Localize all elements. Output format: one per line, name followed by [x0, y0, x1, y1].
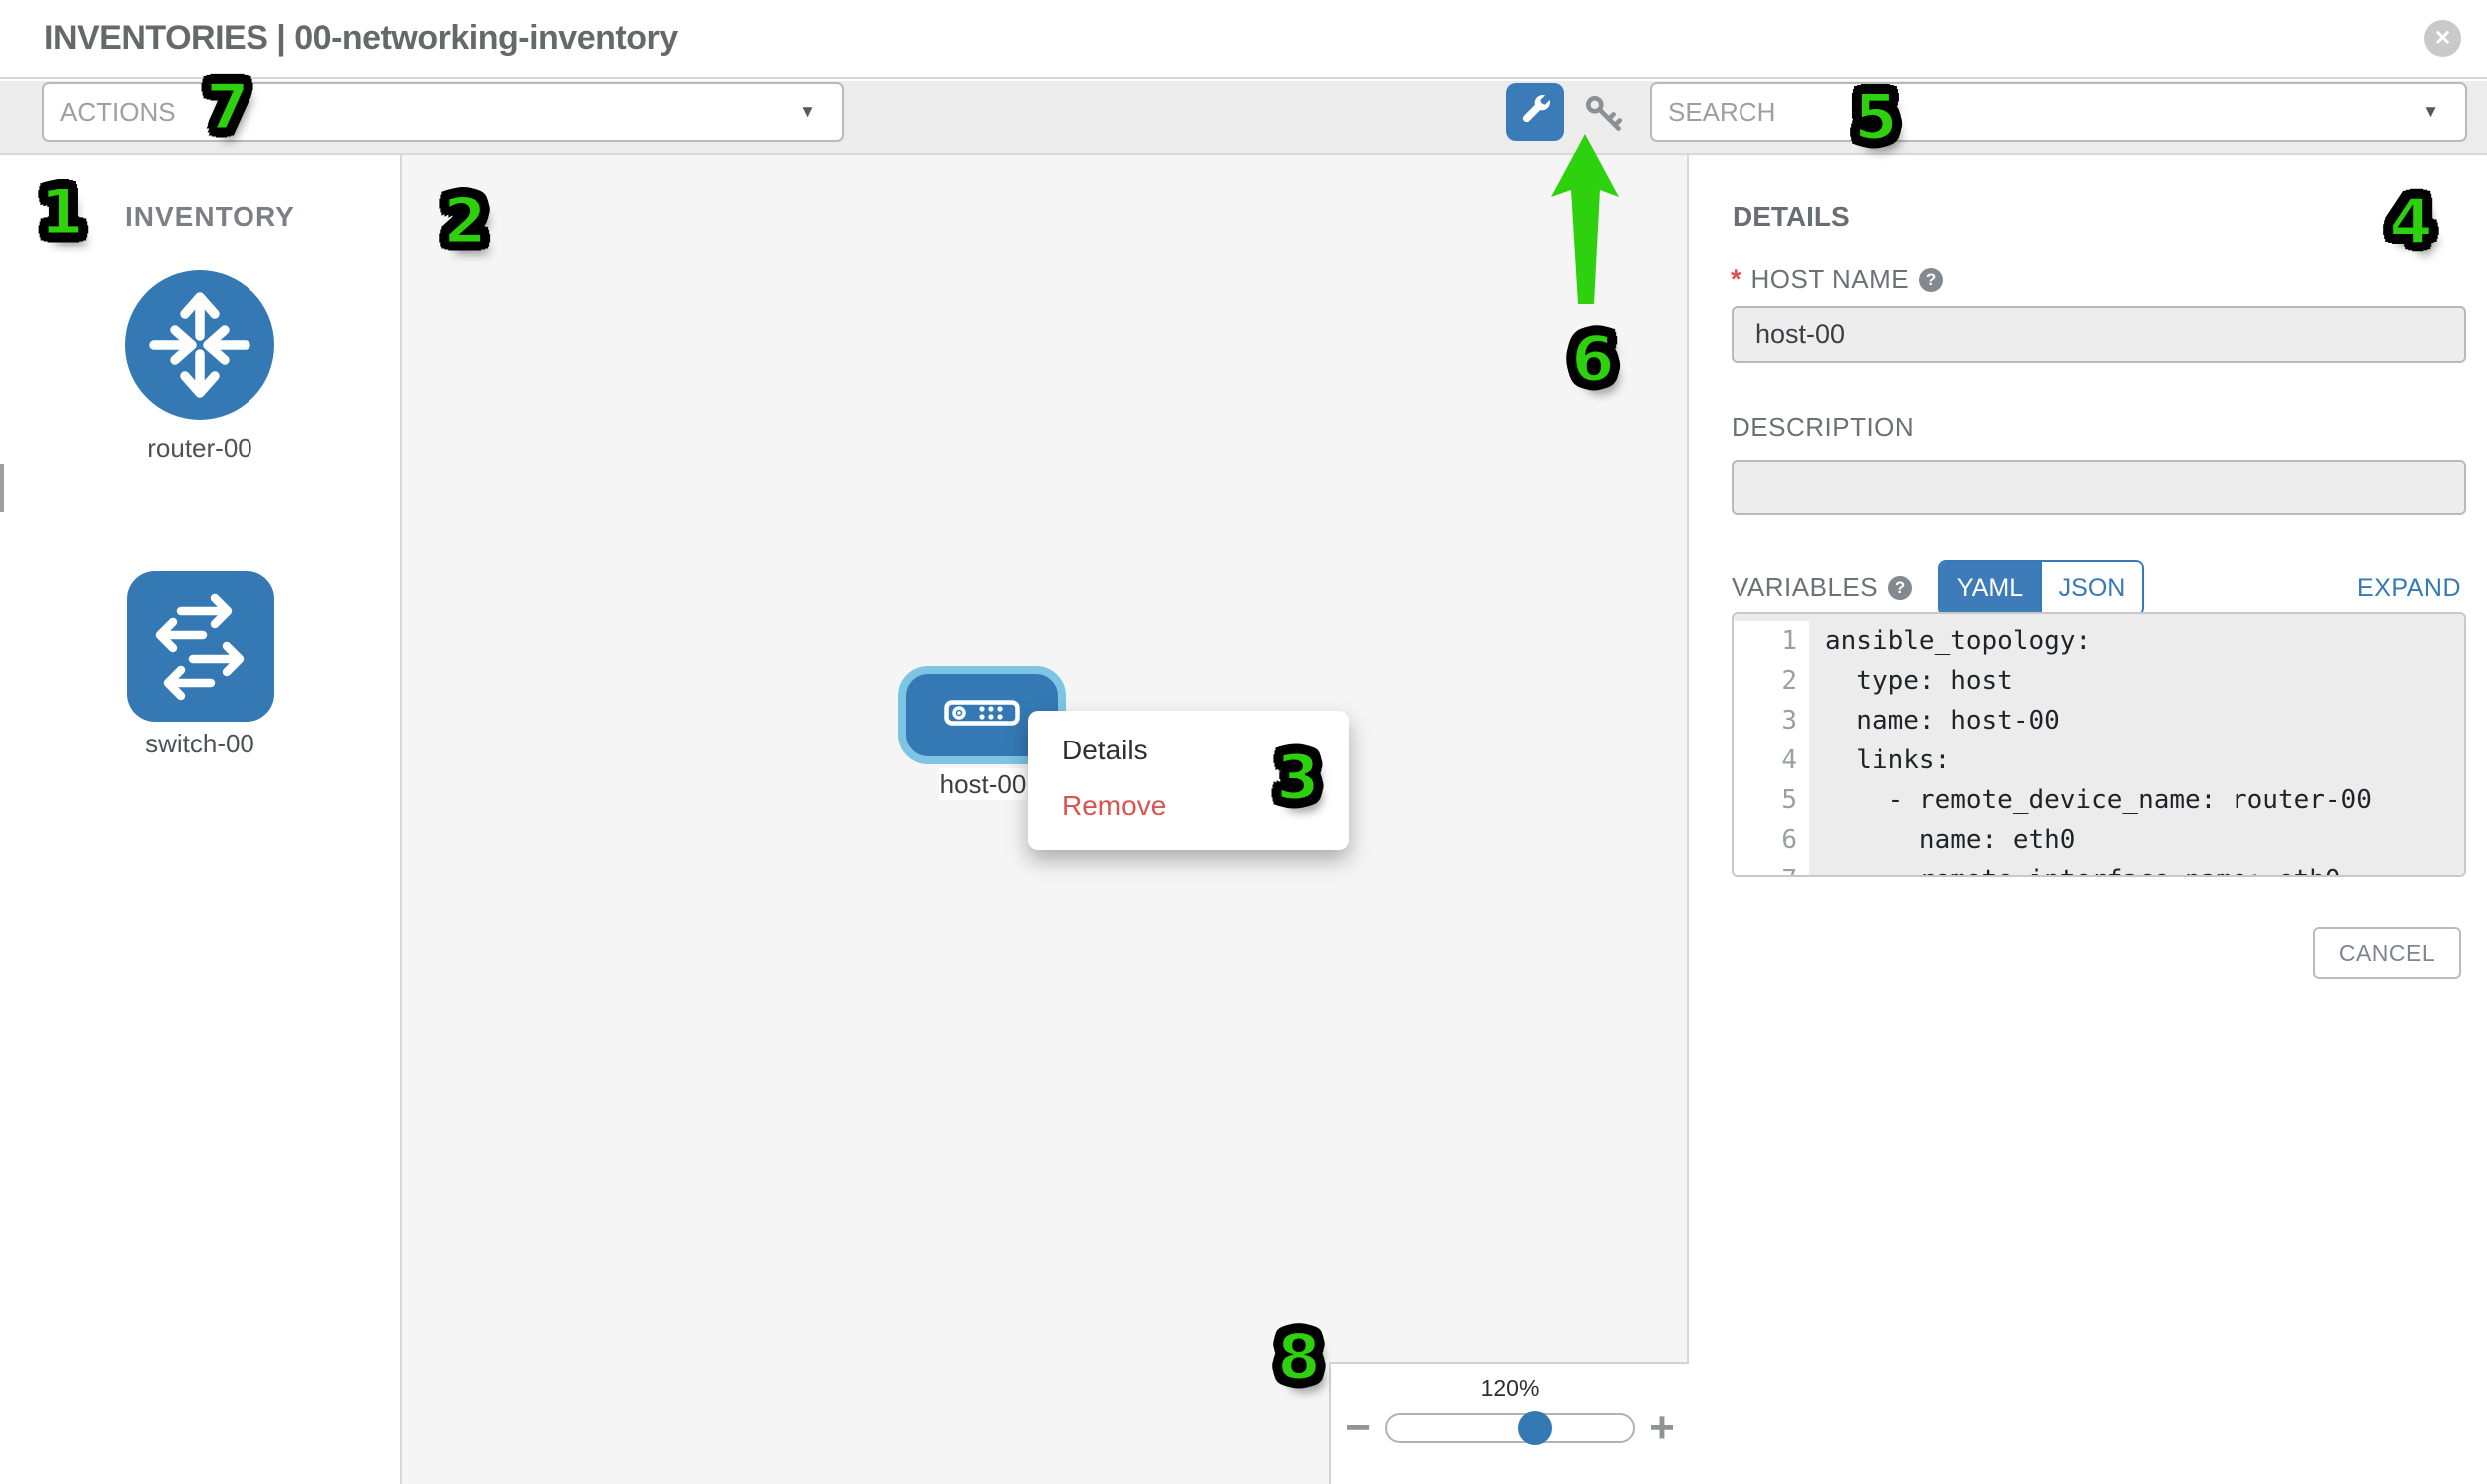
actions-dropdown-label: ACTIONS: [60, 97, 176, 128]
editor-line: 3 name: host-00: [1734, 701, 2464, 741]
required-marker: *: [1731, 264, 1741, 295]
editor-line: 6 name: eth0: [1734, 820, 2464, 860]
topology-canvas[interactable]: host-00 Details Remove 120% − +: [402, 155, 1689, 1484]
host-icon: [944, 700, 1020, 731]
key-icon: [1581, 124, 1627, 141]
search-dropdown-label: SEARCH: [1668, 97, 1775, 128]
code-text: - remote_device_name: router-00: [1809, 780, 2372, 820]
code-text: type: host: [1809, 661, 2013, 701]
actions-dropdown[interactable]: ACTIONS ▼: [42, 82, 844, 142]
host-name-label-row: * HOST NAME ?: [1731, 264, 1943, 295]
palette-drawer-notch: [0, 464, 4, 512]
help-icon[interactable]: ?: [1888, 576, 1912, 600]
page-header: INVENTORIES | 00-networking-inventory ✕: [0, 0, 2487, 79]
palette-item-switch[interactable]: [127, 571, 274, 727]
palette-item-router[interactable]: [125, 270, 274, 425]
router-icon: [125, 407, 274, 424]
editor-line: 7 remote_interface_name: eth0: [1734, 860, 2464, 877]
palette-heading: INVENTORY: [125, 201, 295, 233]
variables-label: VARIABLES: [1732, 572, 1878, 603]
toggle-json[interactable]: JSON: [2040, 562, 2142, 614]
cancel-button[interactable]: CANCEL: [2313, 927, 2461, 979]
code-text: ansible_topology:: [1809, 621, 2091, 661]
palette-item-router-label: router-00: [50, 433, 349, 464]
context-menu-item-remove[interactable]: Remove: [1028, 778, 1349, 834]
code-text: name: eth0: [1809, 820, 2075, 860]
line-number: 5: [1734, 780, 1809, 820]
inventory-topology-page: INVENTORIES | 00-networking-inventory ✕ …: [0, 0, 2487, 1484]
configure-button[interactable]: [1506, 83, 1564, 141]
zoom-in-button[interactable]: +: [1647, 1408, 1677, 1448]
variables-format-toggle: YAML JSON: [1938, 560, 2144, 616]
variables-editor[interactable]: 1ansible_topology: 2 type: host 3 name: …: [1732, 612, 2466, 877]
code-text: remote_interface_name: eth0: [1809, 860, 2341, 877]
zoom-slider-track[interactable]: [1385, 1413, 1635, 1443]
page-title: INVENTORIES | 00-networking-inventory: [44, 19, 678, 58]
inventory-palette: INVENTORY router-00: [0, 155, 402, 1484]
description-label: DESCRIPTION: [1732, 412, 1914, 443]
line-number: 3: [1734, 701, 1809, 741]
switch-icon: [127, 709, 274, 726]
toolbar: ACTIONS ▼ SEARCH ▼: [0, 81, 2487, 155]
line-number: 7: [1734, 860, 1809, 877]
zoom-level-value: 120%: [1331, 1375, 1689, 1402]
help-glyph: ?: [1895, 578, 1905, 598]
line-number: 2: [1734, 661, 1809, 701]
zoom-out-button[interactable]: −: [1343, 1408, 1373, 1448]
close-glyph: ✕: [2434, 26, 2452, 51]
editor-line: 5 - remote_device_name: router-00: [1734, 780, 2464, 820]
host-node-label: host-00: [939, 768, 1027, 800]
code-text: name: host-00: [1809, 701, 2060, 741]
zoom-slider-thumb[interactable]: [1518, 1411, 1552, 1445]
palette-item-switch-label: switch-00: [50, 729, 349, 759]
toggle-yaml[interactable]: YAML: [1940, 562, 2040, 614]
code-text: links:: [1809, 741, 1950, 780]
search-dropdown[interactable]: SEARCH ▼: [1650, 82, 2467, 142]
host-name-label: HOST NAME: [1751, 264, 1910, 295]
line-number: 1: [1734, 621, 1809, 661]
details-panel-heading: DETAILS: [1733, 201, 1850, 233]
help-icon[interactable]: ?: [1919, 268, 1943, 292]
details-panel: DETAILS * HOST NAME ? DESCRIPTION VARIAB…: [1691, 155, 2487, 1484]
editor-line: 4 links:: [1734, 741, 2464, 780]
host-name-input[interactable]: [1732, 306, 2466, 363]
context-menu-item-details[interactable]: Details: [1028, 723, 1349, 778]
close-icon[interactable]: ✕: [2424, 20, 2461, 57]
node-context-menu: Details Remove: [1028, 711, 1349, 850]
description-label-row: DESCRIPTION: [1732, 412, 1914, 443]
key-button[interactable]: [1581, 91, 1627, 137]
variables-label-row: VARIABLES ?: [1732, 572, 1912, 603]
line-number: 6: [1734, 820, 1809, 860]
zoom-control: 120% − +: [1329, 1362, 1689, 1484]
description-input[interactable]: [1732, 460, 2466, 515]
help-glyph: ?: [1926, 270, 1936, 290]
expand-link[interactable]: EXPAND: [2357, 574, 2461, 603]
wrench-icon: [1517, 92, 1553, 133]
editor-line: 1ansible_topology:: [1734, 614, 2464, 661]
editor-line: 2 type: host: [1734, 661, 2464, 701]
chevron-down-icon: ▼: [799, 102, 816, 122]
chevron-down-icon: ▼: [2422, 102, 2439, 122]
line-number: 4: [1734, 741, 1809, 780]
